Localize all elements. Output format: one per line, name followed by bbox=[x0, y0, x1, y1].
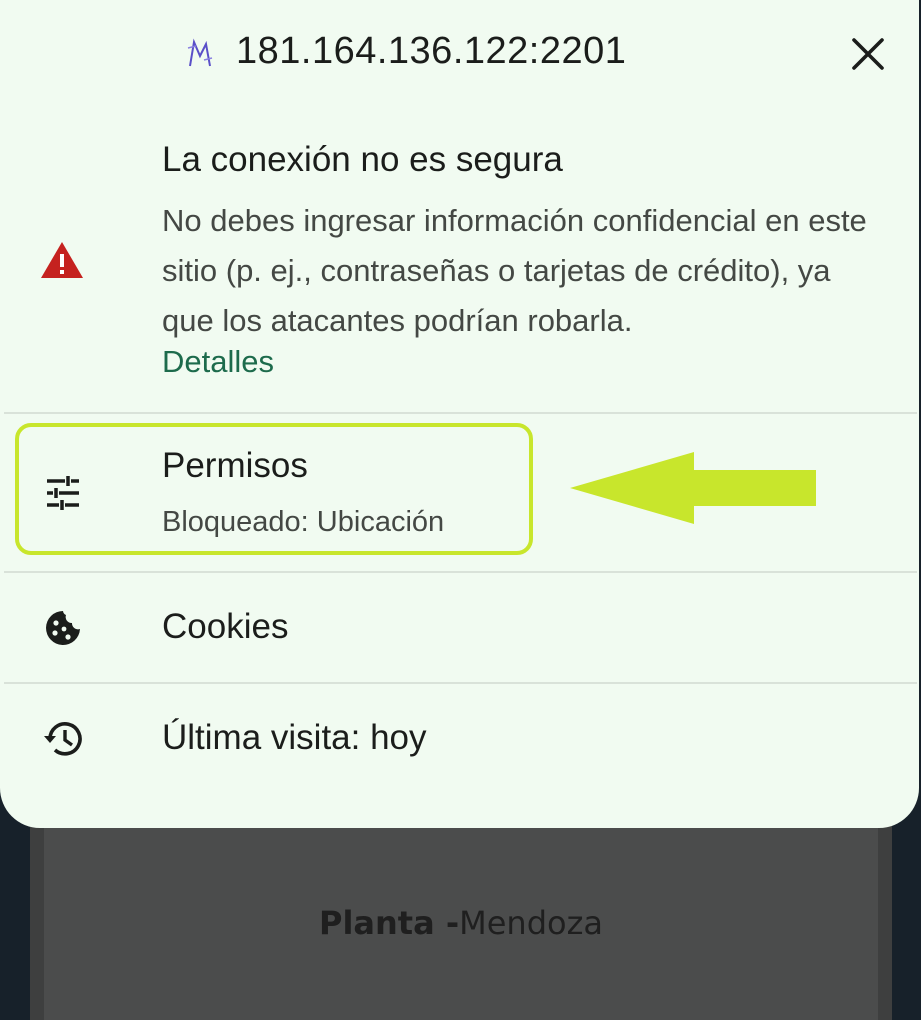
card-title-bold: Planta - bbox=[319, 904, 460, 942]
close-icon bbox=[852, 38, 884, 70]
connection-warning-text: No debes ingresar información confidenci… bbox=[162, 203, 867, 338]
cookies-title: Cookies bbox=[162, 607, 289, 646]
site-favicon-icon bbox=[187, 38, 213, 67]
cookies-row[interactable]: Cookies bbox=[0, 573, 919, 681]
history-icon bbox=[40, 716, 86, 762]
card-title-rest: Mendoza bbox=[459, 904, 603, 942]
site-info-sheet: 181.164.136.122:2201 La conexión no es s… bbox=[0, 0, 919, 828]
permissions-highlight-box bbox=[15, 423, 533, 555]
connection-status-title: La conexión no es segura bbox=[162, 140, 563, 179]
site-url: 181.164.136.122:2201 bbox=[236, 30, 627, 72]
details-link[interactable]: Detalles bbox=[162, 344, 274, 380]
background-card-title: Planta -Mendoza bbox=[44, 904, 878, 942]
close-button[interactable] bbox=[840, 26, 896, 82]
last-visit-title: Última visita: hoy bbox=[162, 718, 427, 757]
sheet-header: 181.164.136.122:2201 bbox=[0, 0, 919, 110]
warning-icon bbox=[41, 242, 83, 278]
cookie-icon bbox=[40, 605, 86, 651]
annotation-arrow bbox=[570, 452, 816, 524]
last-visit-row[interactable]: Última visita: hoy bbox=[0, 684, 919, 796]
connection-security-section: La conexión no es segura No debes ingres… bbox=[0, 110, 919, 410]
